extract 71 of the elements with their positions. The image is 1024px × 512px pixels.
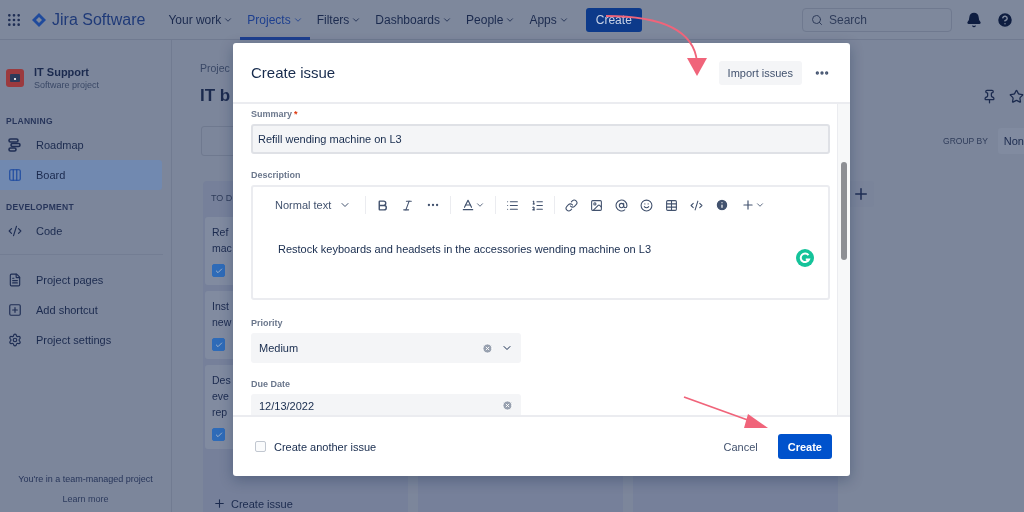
search-icon — [811, 13, 823, 26]
scrollbar[interactable] — [837, 104, 850, 415]
sidebar-item[interactable]: Project pages — [0, 265, 162, 295]
create-button[interactable]: Create — [777, 434, 832, 459]
help-icon[interactable] — [996, 10, 1014, 29]
column-heading: TO D — [210, 193, 234, 203]
product-name: Jira Software — [52, 10, 146, 29]
description-editor[interactable]: Normal text Restock keyboards and headsets in the accessories wending machine on L3 — [251, 185, 830, 300]
sidebar-item[interactable]: Project settings — [0, 325, 162, 355]
roadmap-icon — [8, 138, 22, 152]
app-switcher-icon[interactable] — [6, 11, 22, 28]
cancel-button[interactable]: Cancel — [709, 434, 772, 459]
card-text: mac — [212, 242, 232, 255]
notification-icon[interactable] — [966, 11, 982, 28]
project-type: Software project — [34, 80, 100, 90]
dialog-title: Create issue — [251, 64, 336, 81]
text-style-dropdown[interactable]: Normal text — [273, 199, 362, 211]
diamond-logo-icon — [32, 12, 46, 27]
field-label: Description — [251, 170, 302, 180]
section-heading: DEVELOPMENT — [5, 202, 75, 212]
priority-select[interactable]: Medium — [251, 333, 521, 363]
card-text: new — [212, 316, 232, 329]
checkbox-label: Create another issue — [274, 440, 377, 453]
nav-menu[interactable]: Projects — [240, 0, 310, 40]
field-label: Priority — [251, 318, 284, 328]
nav-menu[interactable]: Filters — [309, 0, 369, 40]
card-text: Inst — [212, 300, 229, 313]
description-text: Restock keyboards and headsets in the accessories wending machine on L3 — [278, 243, 652, 255]
sidebar-item[interactable]: Code — [0, 216, 162, 246]
create-issue-button[interactable]: Create issue — [205, 497, 406, 510]
chevron-down-icon — [475, 200, 486, 210]
plus-icon — [213, 497, 226, 510]
settings-icon — [8, 333, 22, 347]
plus-icon — [741, 198, 756, 212]
board-icon — [8, 168, 22, 182]
import-issues-button[interactable]: Import issues — [718, 60, 802, 85]
summary-field[interactable]: Refill wending machine on L3 — [251, 124, 830, 154]
field-label: Due Date — [251, 379, 291, 389]
sidebar-item[interactable]: Add shortcut — [0, 295, 162, 325]
project-icon — [6, 69, 24, 87]
group-by-select[interactable]: Non — [997, 128, 1024, 154]
star-icon[interactable] — [1009, 89, 1024, 104]
date-field[interactable]: 12/13/2022 — [251, 394, 521, 415]
card-text: Ref — [212, 226, 229, 239]
project-name: IT Support — [34, 66, 90, 78]
text-color-icon — [461, 198, 476, 212]
section-heading: PLANNING — [5, 116, 54, 126]
search-field[interactable]: Search — [802, 7, 952, 32]
plus-icon — [852, 185, 870, 203]
learn-more-link[interactable]: Learn more — [62, 494, 109, 504]
code-icon — [8, 224, 22, 238]
page-icon — [8, 273, 22, 287]
field-label: Summary * — [251, 109, 299, 119]
card-text: rep — [212, 406, 228, 419]
group-by-label: GROUP BY — [943, 136, 988, 146]
nav-menu[interactable]: People — [459, 0, 523, 40]
nav-menu[interactable]: Dashboards — [368, 0, 460, 40]
footer-note: You're in a team-managed project — [18, 474, 153, 484]
page-title: IT b — [200, 86, 231, 106]
create-button[interactable]: Create — [585, 7, 642, 32]
chevron-down-icon — [755, 200, 766, 210]
checkbox[interactable] — [255, 441, 266, 452]
pin-icon[interactable] — [982, 89, 997, 104]
nav-menu[interactable]: Apps — [522, 0, 576, 40]
breadcrumb[interactable]: Projec — [200, 62, 231, 74]
card-text: eve — [212, 390, 229, 403]
card-text: Des — [212, 374, 231, 387]
nav-menu[interactable]: Your work — [161, 0, 241, 40]
sidebar-item[interactable]: Board — [0, 160, 162, 190]
sidebar-item[interactable]: Roadmap — [0, 130, 162, 160]
add-shortcut-icon — [8, 303, 22, 317]
